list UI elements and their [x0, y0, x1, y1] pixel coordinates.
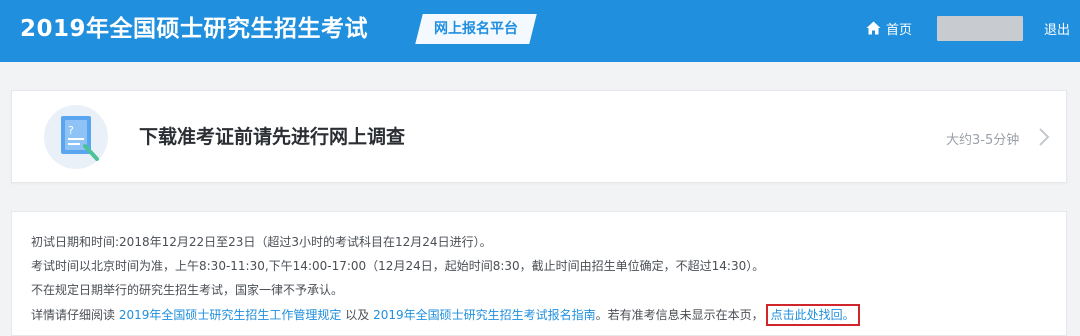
- chevron-right-icon: [1039, 128, 1050, 146]
- recover-link-label: 点击此处找回: [770, 308, 843, 322]
- recover-admission-link[interactable]: 点击此处找回。: [765, 304, 860, 326]
- details-prefix: 详情请仔细阅读: [31, 308, 116, 322]
- survey-duration: 大约3-5分钟: [946, 133, 1020, 148]
- svg-text:?: ?: [68, 124, 74, 137]
- exam-info-panel: 初试日期和时间:2018年12月22日至23日（超过3小时的考试科目在12月24…: [11, 211, 1067, 336]
- survey-card[interactable]: ? 下载准考证前请先进行网上调查 大约3-5分钟: [11, 90, 1067, 183]
- logout-link[interactable]: 退出: [1044, 19, 1070, 38]
- home-icon: [866, 21, 881, 35]
- survey-title: 下载准考证前请先进行网上调查: [139, 126, 406, 148]
- questionnaire-icon: ?: [44, 105, 108, 169]
- details-line: 详情请仔细阅读 2019年全国硕士研究生招生工作管理规定 以及 2019年全国硕…: [31, 304, 860, 326]
- home-label: 首页: [886, 22, 913, 38]
- exam-date-text: 初试日期和时间:2018年12月22日至23日（超过3小时的考试科目在12月24…: [31, 235, 492, 249]
- details-and: 以及: [345, 308, 370, 322]
- management-rules-link[interactable]: 2019年全国硕士研究生招生工作管理规定: [119, 308, 342, 322]
- user-name-box[interactable]: [937, 16, 1023, 41]
- registration-guide-link[interactable]: 2019年全国硕士研究生招生考试报名指南: [373, 308, 596, 322]
- recognition-notice: 不在规定日期举行的研究生招生考试，国家一律不予承认。: [31, 283, 344, 297]
- top-header: 2019年全国硕士研究生招生考试 网上报名平台 首页 退出: [0, 0, 1080, 62]
- recover-link-period: 。: [842, 308, 855, 322]
- platform-badge: 网上报名平台: [434, 21, 518, 37]
- home-link[interactable]: 首页: [866, 18, 912, 38]
- exam-time-text: 考试时间以北京时间为准，上午8:30-11:30,下午14:00-17:00（1…: [31, 259, 765, 273]
- app-title: 2019年全国硕士研究生招生考试: [20, 16, 369, 42]
- details-suffix: 。若有准考信息未显示在本页，: [595, 308, 764, 322]
